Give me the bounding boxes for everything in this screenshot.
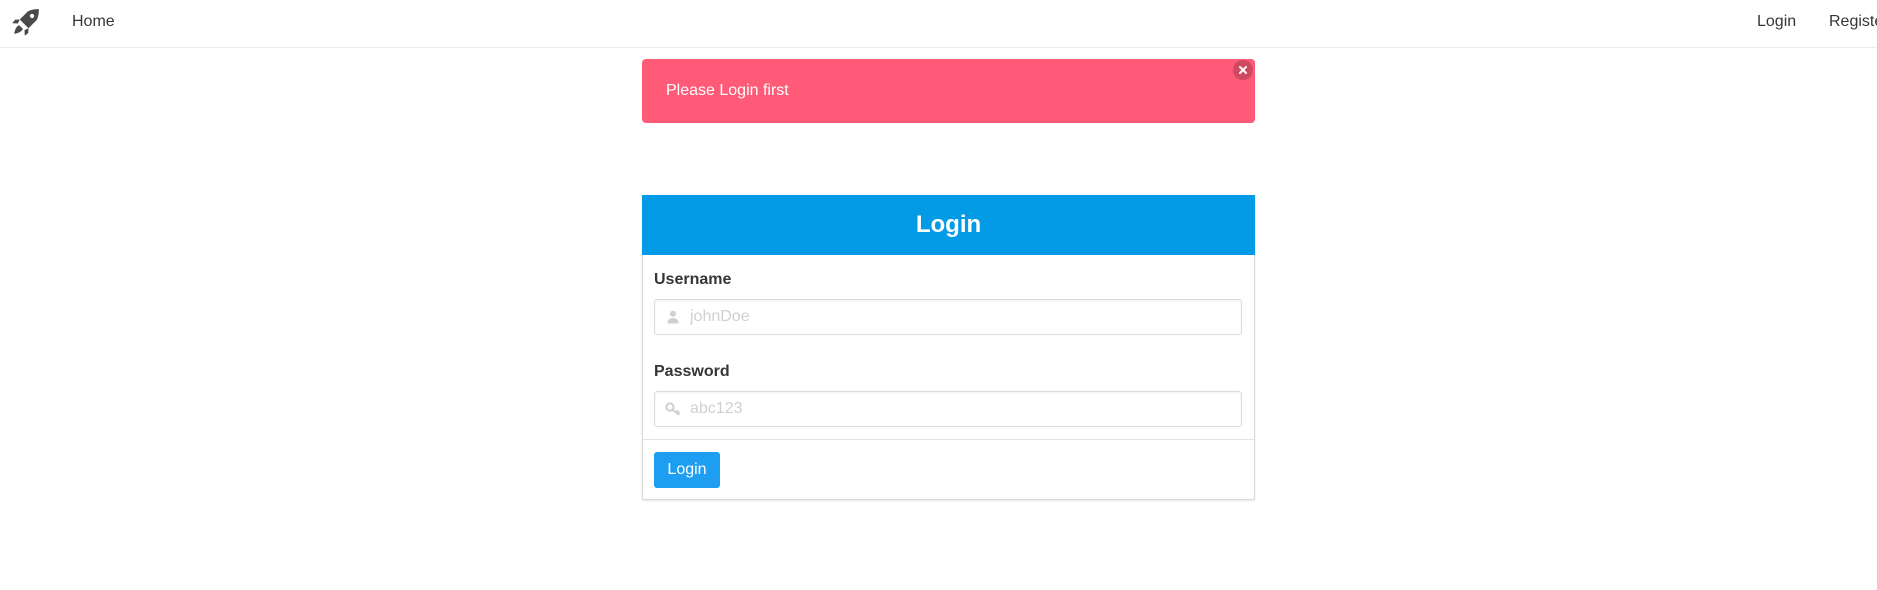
login-submit-button[interactable]: Login bbox=[654, 452, 720, 488]
nav-home-link[interactable]: Home bbox=[72, 0, 115, 44]
login-card-header: Login bbox=[642, 195, 1255, 255]
close-icon-svg bbox=[1239, 66, 1247, 74]
login-card-title: Login bbox=[915, 211, 982, 238]
login-card: Login Username Password Login bbox=[642, 195, 1255, 500]
top-navbar: Home Login Register bbox=[0, 0, 1877, 48]
key-icon bbox=[665, 392, 681, 426]
close-icon[interactable] bbox=[1233, 60, 1253, 80]
password-input[interactable] bbox=[690, 392, 1235, 426]
password-field-wrapper bbox=[654, 391, 1242, 427]
rocket-logo-svg bbox=[12, 9, 39, 36]
login-required-alert: Please Login first bbox=[642, 59, 1255, 123]
alert-message: Please Login first bbox=[666, 82, 789, 99]
username-input[interactable] bbox=[690, 300, 1235, 334]
nav-register-link[interactable]: Register bbox=[1829, 0, 1877, 44]
rocket-icon[interactable] bbox=[9, 5, 43, 39]
card-footer-divider bbox=[643, 439, 1254, 440]
user-icon bbox=[665, 300, 681, 334]
password-label: Password bbox=[654, 363, 730, 380]
username-field-wrapper bbox=[654, 299, 1242, 335]
username-label: Username bbox=[654, 271, 732, 288]
nav-login-link[interactable]: Login bbox=[1757, 0, 1796, 44]
